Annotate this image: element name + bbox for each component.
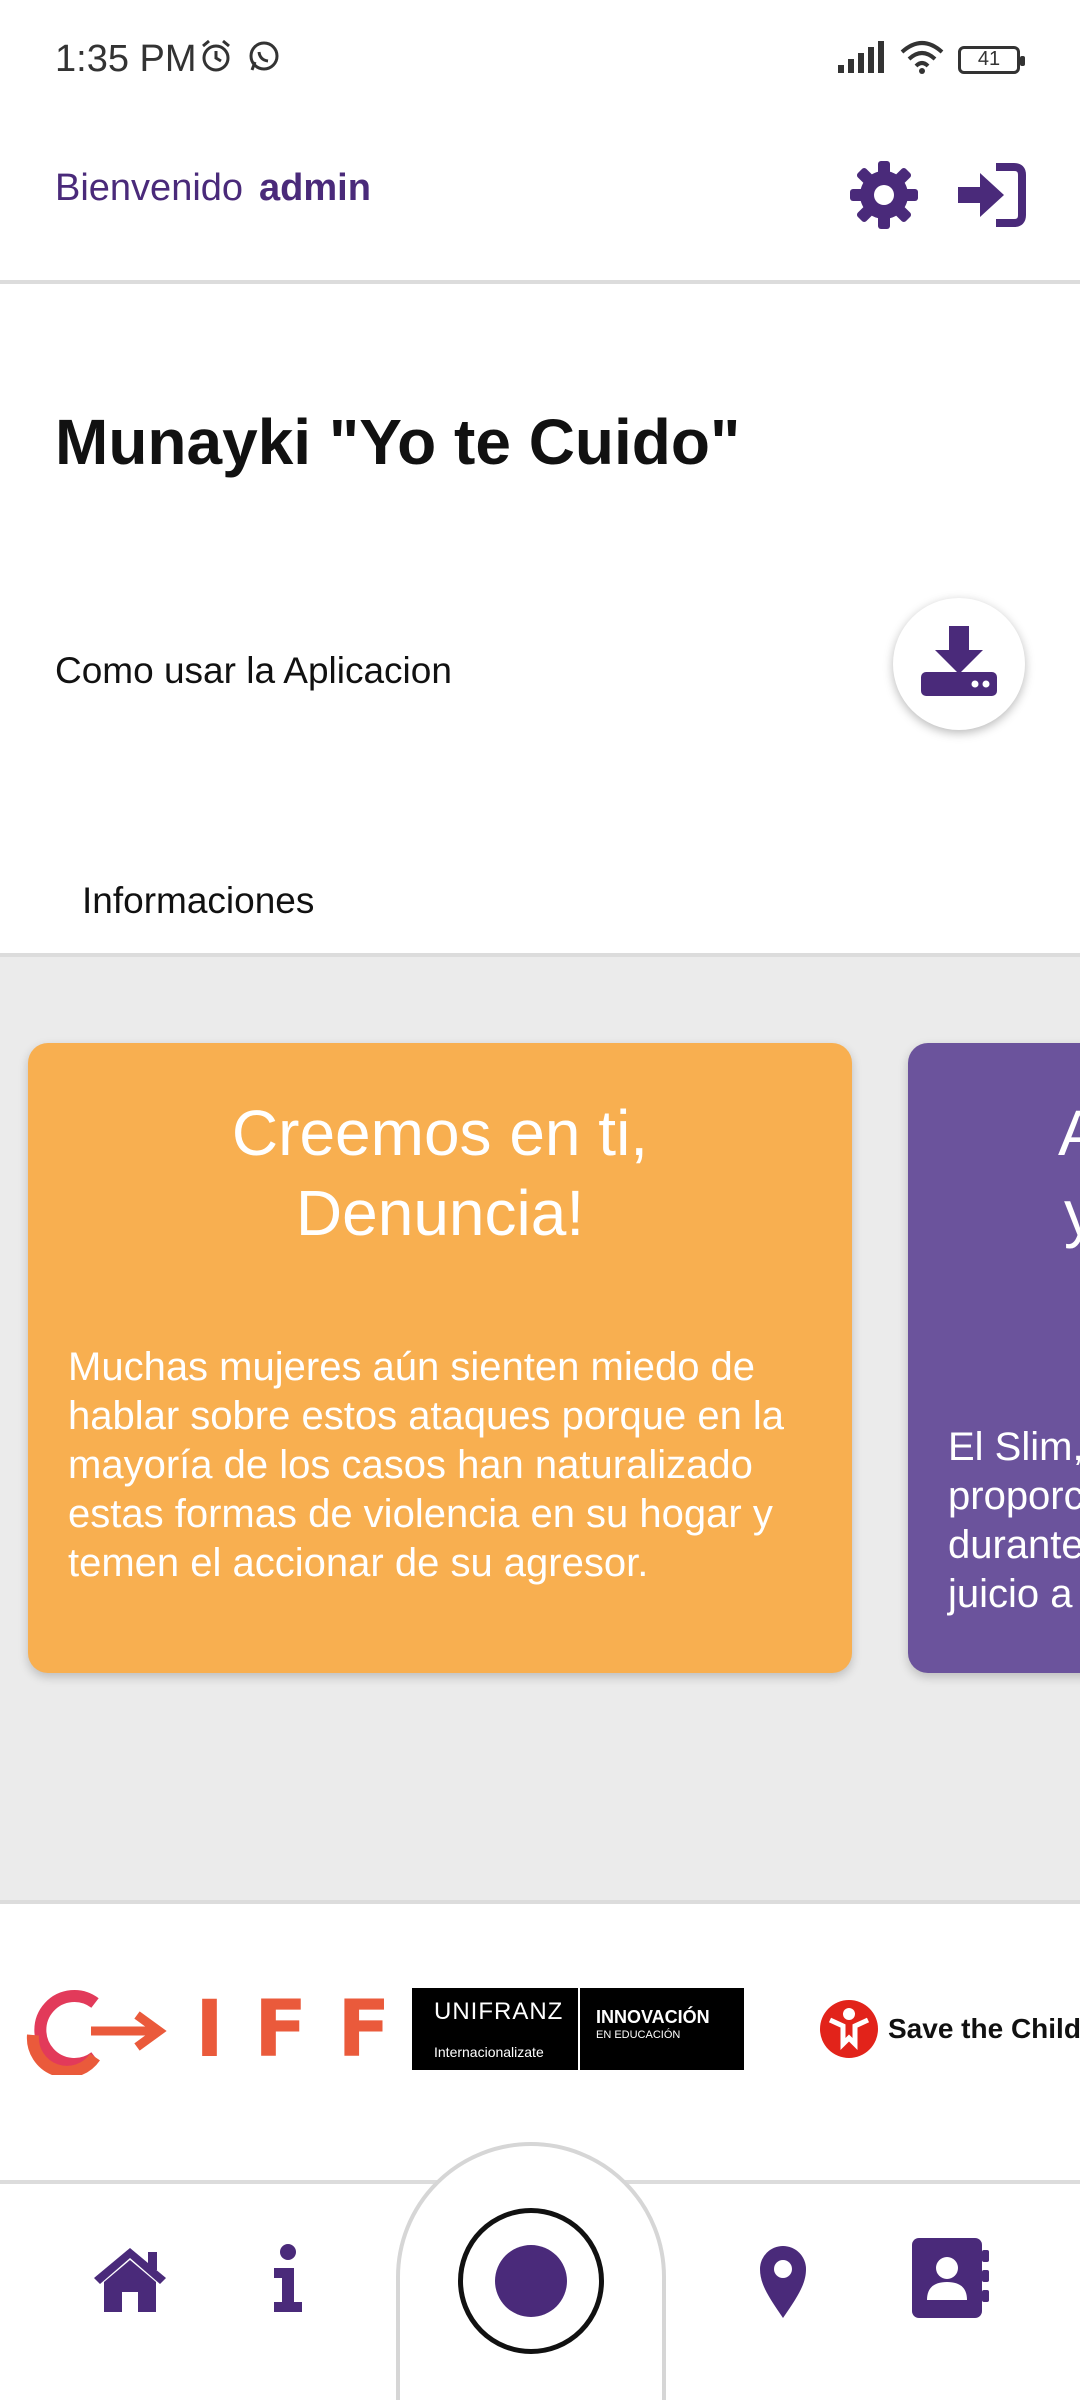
gear-icon[interactable] bbox=[846, 157, 922, 238]
whatsapp-icon bbox=[246, 38, 282, 79]
info-carousel[interactable]: Creemos en ti, Denuncia! Muchas mujeres … bbox=[0, 957, 1080, 1902]
card-title-text: Creemos en ti, Denuncia! bbox=[231, 1097, 649, 1249]
status-bar: 1:35 PM 41 bbox=[0, 0, 1080, 120]
download-button[interactable] bbox=[893, 598, 1025, 730]
page-title: Munayki "Yo te Cuido" bbox=[55, 406, 741, 478]
partner-logos: IFF UNIFRANZ Internacionalizate INNOVACI… bbox=[0, 1960, 1080, 2100]
app-header: Bienvenido admin bbox=[0, 125, 1080, 280]
battery-level: 41 bbox=[977, 48, 1001, 70]
save-the-children-logo: Save the Childre bbox=[818, 1998, 1080, 2060]
home-icon[interactable] bbox=[90, 2244, 170, 2319]
card-body: Muchas mujeres aún sienten miedo de habl… bbox=[68, 1345, 785, 1585]
unifranz-logo: UNIFRANZ Internacionalizate INNOVACIÓN E… bbox=[412, 1988, 744, 2070]
header-actions bbox=[846, 157, 1028, 238]
signal-icon bbox=[836, 41, 886, 78]
download-icon bbox=[919, 625, 999, 703]
welcome-label: Bienvenido bbox=[55, 167, 244, 209]
unifranz-innovation-sub: EN EDUCACIÓN bbox=[596, 2029, 681, 2041]
card-title-line: y bbox=[1064, 1177, 1080, 1249]
unifranz-name: UNIFRANZ bbox=[434, 1998, 564, 2025]
status-time: 1:35 PM bbox=[55, 38, 197, 80]
iff-logo: IFF bbox=[25, 1985, 421, 2075]
tab-informaciones[interactable]: Informaciones bbox=[82, 880, 314, 922]
iff-mark-icon bbox=[26, 1990, 167, 2075]
save-the-children-text: Save the Childre bbox=[888, 2013, 1080, 2044]
logos-divider bbox=[0, 1900, 1080, 1904]
card-title: Creemos en ti, Denuncia! bbox=[28, 1093, 852, 1253]
logout-icon[interactable] bbox=[952, 157, 1028, 238]
contacts-icon[interactable] bbox=[910, 2238, 990, 2325]
location-icon[interactable] bbox=[758, 2244, 808, 2325]
card-body: El Slim, proporc durante juicio a bbox=[948, 1423, 1080, 1619]
sos-record-icon bbox=[495, 2245, 567, 2317]
alarm-icon bbox=[198, 38, 234, 79]
iff-text: IFF bbox=[195, 1985, 421, 2075]
card-body-line: proporc bbox=[948, 1474, 1080, 1518]
battery-icon: 41 bbox=[958, 45, 1025, 74]
status-icons-right: 41 bbox=[836, 40, 1025, 79]
howto-label: Como usar la Aplicacion bbox=[55, 650, 452, 691]
username: admin bbox=[259, 167, 371, 209]
card-body-line: juicio a bbox=[948, 1572, 1073, 1616]
card-body-line: El Slim, bbox=[948, 1425, 1080, 1469]
card-title: A y bbox=[1058, 1093, 1080, 1253]
sos-button[interactable] bbox=[458, 2208, 604, 2354]
header-divider bbox=[0, 280, 1080, 284]
unifranz-sub: Internacionalizate bbox=[434, 2044, 544, 2060]
unifranz-innovation: INNOVACIÓN bbox=[596, 2007, 710, 2027]
wifi-icon bbox=[900, 40, 944, 79]
status-icons-left bbox=[198, 38, 282, 79]
card-title-line: A bbox=[1058, 1097, 1080, 1169]
info-card[interactable]: Creemos en ti, Denuncia! Muchas mujeres … bbox=[28, 1043, 852, 1673]
info-card[interactable]: A y El Slim, proporc durante juicio a bbox=[908, 1043, 1080, 1673]
save-the-children-icon bbox=[820, 2000, 878, 2058]
card-body-line: durante bbox=[948, 1523, 1080, 1567]
welcome-text: Bienvenido admin bbox=[55, 167, 371, 210]
info-icon[interactable] bbox=[268, 2244, 308, 2319]
